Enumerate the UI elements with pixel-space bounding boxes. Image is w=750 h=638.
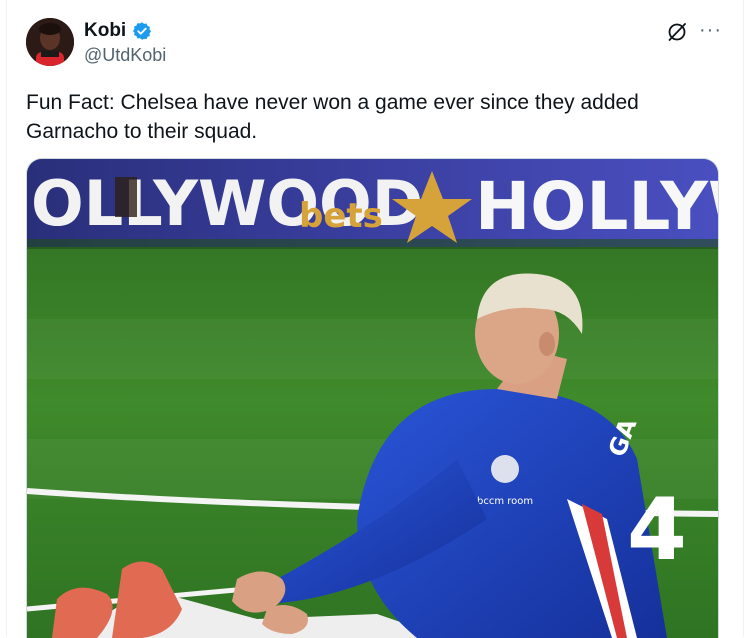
verified-badge-icon <box>132 21 152 41</box>
tweet-media-photo[interactable]: OLLYWOOD bets HOLLYW 4 GA <box>26 158 719 638</box>
tweet-card: Kobi @UtdKobi ··· Fun Fact: Chelsea have… <box>0 0 750 638</box>
sponsor-text: bccm room <box>477 496 533 507</box>
author-avatar[interactable] <box>26 18 74 66</box>
card-border-left <box>6 0 7 637</box>
more-options-icon[interactable]: ··· <box>699 20 722 40</box>
banner-text-mid: bets <box>299 196 383 236</box>
shirt-number: 4 <box>627 480 687 580</box>
author-handle[interactable]: @UtdKobi <box>84 45 166 66</box>
league-patch-icon <box>491 455 519 483</box>
grok-icon[interactable] <box>667 22 687 42</box>
card-border-right <box>743 0 744 637</box>
author-display-name[interactable]: Kobi <box>84 20 126 42</box>
banner-text-right: HOLLYW <box>475 168 718 245</box>
author-name-row: Kobi <box>84 20 152 42</box>
tweet-text: Fun Fact: Chelsea have never won a game … <box>26 91 639 143</box>
